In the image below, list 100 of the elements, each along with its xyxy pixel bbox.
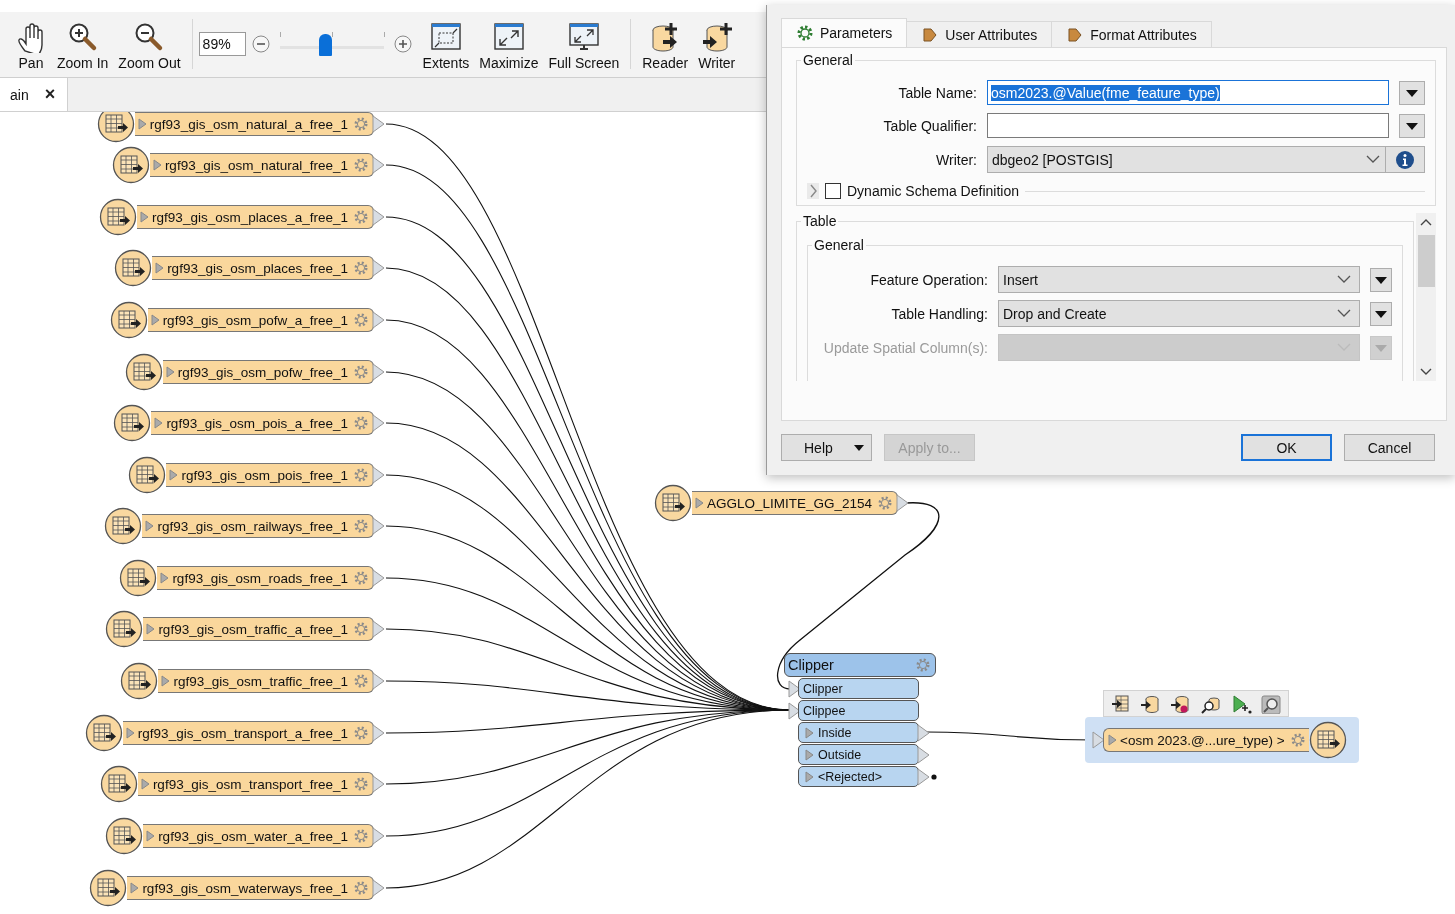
reader-node[interactable]: rgf93_gis_osm_natural_free_1 — [149, 153, 374, 177]
reader-node[interactable]: AGGLO_LIMITE_GG_2154 — [692, 491, 899, 515]
gear-icon[interactable] — [1289, 732, 1306, 748]
reader-node[interactable]: rgf93_gis_osm_water_a_free_1 — [143, 824, 374, 848]
gear-icon[interactable] — [353, 467, 369, 483]
zoom-in-small-icon[interactable] — [393, 35, 412, 53]
gear-icon[interactable] — [353, 116, 369, 132]
expand-arrow-icon[interactable] — [140, 211, 150, 223]
reader-node[interactable]: rgf93_gis_osm_places_a_free_1 — [137, 205, 374, 229]
ok-button[interactable]: OK — [1241, 434, 1332, 461]
maximize-button[interactable]: Maximize — [474, 21, 544, 77]
expand-arrow-icon[interactable] — [160, 572, 170, 584]
expand-arrow-icon[interactable] — [146, 830, 156, 842]
gear-icon[interactable] — [353, 673, 369, 689]
menu-button[interactable] — [1399, 113, 1425, 138]
expand-arrow-icon[interactable] — [150, 314, 160, 326]
expand-arrow-icon[interactable] — [1108, 734, 1117, 746]
expand-arrow-icon[interactable] — [130, 882, 140, 894]
menu-button[interactable] — [1370, 301, 1392, 326]
chevron-icon[interactable] — [807, 183, 819, 199]
dropdown[interactable]: Drop and Create — [998, 300, 1360, 327]
menu-button[interactable] — [1370, 267, 1392, 292]
gear-icon[interactable] — [353, 364, 369, 380]
zoom-field[interactable]: 89% — [198, 32, 246, 56]
slider-thumb[interactable] — [319, 34, 333, 56]
gear-icon[interactable] — [353, 725, 369, 741]
expand-arrow-icon[interactable] — [169, 469, 179, 481]
gear-icon[interactable] — [353, 776, 369, 792]
checkbox[interactable] — [825, 183, 841, 199]
tab[interactable]: Parameters — [781, 18, 908, 47]
reader-node[interactable]: rgf93_gis_osm_pofw_a_free_1 — [147, 308, 374, 332]
tab[interactable]: Format Attributes — [1051, 21, 1212, 47]
expand-arrow-icon[interactable] — [805, 726, 814, 739]
zoom-out-small-icon[interactable] — [251, 35, 270, 53]
reader-node[interactable]: rgf93_gis_osm_traffic_free_1 — [158, 669, 374, 693]
transformer-header[interactable]: Clipper — [784, 653, 936, 677]
reader-node[interactable]: rgf93_gis_osm_transport_free_1 — [137, 772, 374, 796]
expand-arrow-icon[interactable] — [154, 417, 164, 429]
scrollbar[interactable] — [1416, 213, 1436, 381]
database-icon[interactable] — [1170, 693, 1192, 714]
expand-arrow-icon[interactable] — [140, 778, 150, 790]
writer-node[interactable]: <osm 2023.@...ure_type) > — [1103, 728, 1309, 752]
gear-icon[interactable] — [353, 312, 369, 328]
database-arrow-icon[interactable] — [1140, 693, 1162, 714]
document-tab[interactable]: ain × — [0, 78, 68, 111]
expand-arrow-icon[interactable] — [805, 770, 814, 783]
gear-icon[interactable] — [353, 880, 369, 896]
gear-icon[interactable] — [915, 657, 931, 673]
pan-button[interactable]: Pan — [10, 21, 52, 77]
menu-button[interactable] — [1399, 80, 1425, 105]
gear-icon[interactable] — [353, 621, 369, 637]
expand-arrow-icon[interactable] — [146, 623, 156, 635]
expand-arrow-icon[interactable] — [145, 520, 155, 532]
gear-icon[interactable] — [877, 495, 894, 511]
gear-icon[interactable] — [353, 570, 369, 586]
reader-button[interactable]: Reader — [637, 21, 694, 77]
reader-node[interactable]: rgf93_gis_osm_pois_a_free_1 — [151, 411, 374, 435]
chevron-down-icon — [1366, 155, 1380, 164]
reader-node[interactable]: rgf93_gis_osm_railways_free_1 — [142, 514, 374, 538]
text-field[interactable]: osm2023.@Value(fme_feature_type) — [987, 80, 1389, 105]
expand-arrow-icon[interactable] — [695, 497, 704, 509]
expand-arrow-icon[interactable] — [125, 727, 135, 739]
output-port-icon — [917, 723, 930, 742]
expand-arrow-icon[interactable] — [137, 118, 147, 130]
reader-node[interactable]: rgf93_gis_osm_places_free_1 — [152, 256, 374, 280]
search-icon[interactable] — [1260, 693, 1282, 714]
help-button[interactable]: Help — [781, 434, 872, 461]
gear-icon[interactable] — [353, 415, 369, 431]
extents-button[interactable]: Extents — [417, 21, 475, 77]
tab-label[interactable]: ain — [10, 86, 29, 103]
reader-node[interactable]: rgf93_gis_osm_traffic_a_free_1 — [143, 617, 374, 641]
play-icon[interactable] — [1230, 693, 1252, 714]
reader-node[interactable]: rgf93_gis_osm_roads_free_1 — [157, 566, 374, 590]
cancel-button[interactable]: Cancel — [1344, 434, 1435, 461]
expand-arrow-icon[interactable] — [161, 675, 171, 687]
reader-node[interactable]: rgf93_gis_osm_waterways_free_1 — [127, 876, 374, 900]
gear-icon[interactable] — [353, 518, 369, 534]
gear-icon[interactable] — [353, 260, 369, 276]
checkbox-label[interactable]: Dynamic Schema Definition — [847, 183, 1019, 199]
expand-arrow-icon[interactable] — [805, 748, 814, 761]
table-arrow-icon[interactable] — [1110, 693, 1132, 714]
reader-node[interactable]: rgf93_gis_osm_pofw_free_1 — [162, 360, 374, 384]
zoom-in-button[interactable]: Zoom In — [52, 21, 114, 77]
expand-arrow-icon[interactable] — [155, 262, 165, 274]
reader-node[interactable]: rgf93_gis_osm_transport_a_free_1 — [122, 721, 374, 745]
expand-arrow-icon[interactable] — [152, 159, 162, 171]
zoom-out-button[interactable]: Zoom Out — [113, 21, 186, 77]
info-button[interactable] — [1385, 146, 1425, 173]
text-field[interactable] — [987, 113, 1389, 138]
expand-arrow-icon[interactable] — [165, 366, 175, 378]
gear-icon[interactable] — [353, 828, 369, 844]
full-screen-button[interactable]: Full Screen — [543, 21, 625, 77]
close-button[interactable]: × — [44, 84, 56, 105]
reader-node[interactable]: rgf93_gis_osm_pois_free_1 — [166, 463, 374, 487]
gear-icon[interactable] — [353, 157, 369, 173]
gear-icon[interactable] — [353, 209, 369, 225]
reader-node[interactable]: rgf93_gis_osm_natural_a_free_1 — [134, 112, 374, 136]
writer-button[interactable]: Writer — [693, 21, 741, 77]
zoom-slider[interactable] — [279, 32, 384, 56]
dropdown[interactable]: Insert — [998, 266, 1360, 293]
